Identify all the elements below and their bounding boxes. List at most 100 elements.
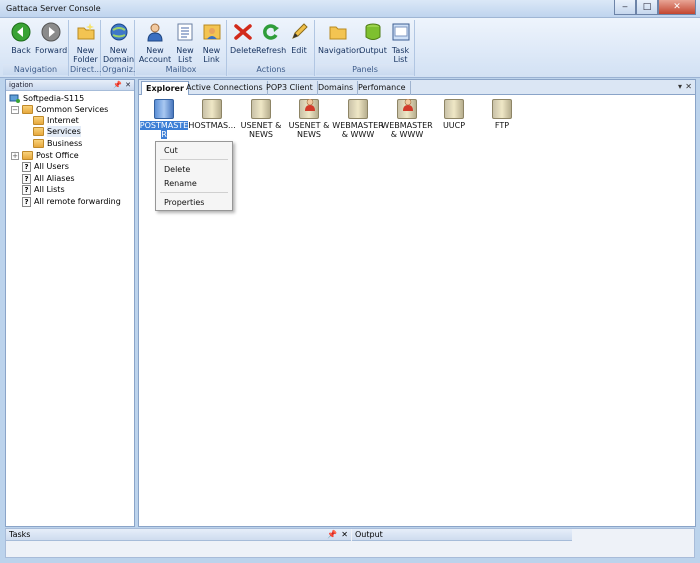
maximize-button[interactable]: □: [636, 0, 658, 15]
user-icon: [305, 99, 315, 111]
item-label-postmaster: POSTMASTE R: [139, 121, 189, 139]
tree-label-business: Business: [47, 139, 83, 148]
refresh-icon: [263, 24, 279, 40]
navigation-pane-header: igation 📌 ✕: [6, 80, 134, 91]
minimize-button[interactable]: ‒: [614, 0, 636, 15]
group-organiz: New Domain Organiz...: [102, 20, 141, 76]
back-label: Back: [11, 46, 31, 55]
folder-icon: [22, 105, 33, 114]
new-folder-icon: [77, 23, 94, 40]
group-panels: Navigation Output Task List Panels: [316, 20, 415, 76]
delete-button[interactable]: Delete: [230, 22, 256, 55]
menu-item-cut[interactable]: Cut: [164, 146, 178, 155]
title-bar: Gattaca Server Console ‒ □ ✕: [0, 0, 700, 18]
task-list-label: Task List: [391, 46, 410, 64]
delete-x-icon: [234, 24, 252, 40]
item-label-usenet-2: USENET & NEWS: [288, 121, 330, 139]
new-domain-button[interactable]: New Domain: [103, 22, 134, 64]
tree-label-root: Softpedia-S115: [23, 94, 85, 103]
account-item-postmaster[interactable]: POSTMASTE R: [139, 99, 189, 139]
menu-separator: [160, 192, 228, 193]
tree-item-business[interactable]: Business: [33, 138, 82, 149]
tree-item-post-office[interactable]: + Post Office: [11, 150, 79, 161]
new-link-button[interactable]: New Link: [198, 22, 225, 64]
output-panel-label: Output: [359, 46, 387, 55]
refresh-label: Refresh: [256, 46, 287, 55]
list-icon: [177, 23, 193, 41]
close-button[interactable]: ✕: [658, 0, 696, 15]
account-item-usenet-news[interactable]: USENET & NEWS: [236, 99, 286, 139]
tree-item-all-users[interactable]: ? All Users: [22, 161, 69, 172]
group-mailbox: New Account New List New Link Mailbox: [136, 20, 227, 76]
document-tabs: Explorer Active Connections POP3 Client …: [138, 79, 696, 96]
navigation-panel-button[interactable]: Navigation: [318, 22, 361, 55]
tree-item-all-aliases[interactable]: ? All Aliases: [22, 173, 75, 184]
menu-item-properties[interactable]: Properties: [164, 198, 204, 207]
account-item-uucp[interactable]: UUCP: [429, 99, 479, 130]
task-list-button[interactable]: Task List: [388, 22, 413, 64]
tabs-close-icon[interactable]: ✕: [685, 82, 692, 91]
collapse-toggle-icon[interactable]: −: [11, 105, 19, 114]
output-icon: [365, 23, 381, 40]
expand-toggle-icon[interactable]: +: [11, 151, 19, 160]
menu-item-rename[interactable]: Rename: [164, 179, 197, 188]
item-label-usenet-1: USENET & NEWS: [240, 121, 282, 139]
panel-close-icon[interactable]: ✕: [341, 529, 348, 541]
pin-icon[interactable]: 📌: [113, 80, 122, 91]
tab-pop3-client[interactable]: POP3 Client: [262, 81, 318, 95]
query-icon: ?: [22, 196, 31, 207]
tree-label-post-office: Post Office: [36, 151, 79, 160]
tab-active-connections[interactable]: Active Connections: [182, 81, 268, 95]
query-icon: ?: [22, 184, 31, 195]
folder-icon: [22, 151, 33, 160]
group-actions-label: Actions: [228, 64, 314, 75]
task-list-icon: [392, 23, 409, 41]
tree-item-services[interactable]: Services: [33, 126, 133, 137]
tree-label-common-services: Common Services: [36, 105, 109, 114]
navigation-pane-title: igation: [9, 81, 34, 89]
new-list-button[interactable]: New List: [173, 22, 197, 64]
folder-icon: [33, 116, 44, 125]
group-actions: Delete Refresh Edit Actions: [228, 20, 315, 76]
output-panel-button[interactable]: Output: [359, 22, 387, 55]
new-domain-label: New Domain: [103, 46, 135, 64]
refresh-button[interactable]: Refresh: [256, 22, 286, 55]
forward-arrow-icon: [41, 22, 61, 42]
server-icon: [444, 99, 464, 119]
delete-label: Delete: [230, 46, 257, 55]
tree-item-internet[interactable]: Internet: [33, 115, 79, 126]
pane-close-icon[interactable]: ✕: [125, 80, 131, 91]
server-icon: [251, 99, 271, 119]
tree-item-all-lists[interactable]: ? All Lists: [22, 184, 65, 195]
pin-icon[interactable]: 📌: [327, 529, 337, 541]
query-icon: ?: [22, 173, 31, 184]
back-button[interactable]: Back: [7, 22, 35, 55]
new-account-button[interactable]: New Account: [138, 22, 172, 64]
tab-performance[interactable]: Perfomance: [354, 81, 411, 95]
new-folder-button[interactable]: New Folder: [71, 22, 100, 64]
item-label-webmaster-2: WEBMASTER & WWW: [381, 121, 433, 139]
tab-domains[interactable]: Domains: [314, 81, 359, 95]
output-panel-header: Output: [352, 529, 572, 541]
tree-label-all-aliases: All Aliases: [34, 174, 75, 183]
account-item-webmaster-user[interactable]: WEBMASTER & WWW: [381, 99, 433, 139]
tabs-dropdown-icon[interactable]: ▾: [678, 82, 682, 91]
account-item-usenet-news-user[interactable]: USENET & NEWS: [284, 99, 334, 139]
item-label-hostmaster: HOSTMAS...: [188, 121, 236, 130]
edit-button[interactable]: Edit: [287, 22, 311, 55]
user-icon: [147, 23, 163, 42]
menu-item-delete[interactable]: Delete: [164, 165, 190, 174]
account-item-hostmaster[interactable]: HOSTMAS...: [187, 99, 237, 130]
forward-label: Forward: [35, 46, 68, 55]
tree-item-common-services[interactable]: − Common Services: [11, 104, 108, 115]
tasks-panel-header: Tasks 📌 ✕: [6, 529, 351, 541]
folder-panel-icon: [329, 26, 347, 40]
forward-button[interactable]: Forward: [35, 22, 67, 55]
item-label-ftp: FTP: [494, 121, 510, 130]
account-item-ftp[interactable]: FTP: [477, 99, 527, 130]
tree-item-all-remote-forwarding[interactable]: ? All remote forwarding: [22, 196, 121, 207]
tree-item-root[interactable]: Softpedia-S115: [9, 93, 84, 104]
account-item-webmaster[interactable]: WEBMASTER & WWW: [332, 99, 384, 139]
tree-label-all-users: All Users: [34, 162, 69, 171]
window-title: Gattaca Server Console: [6, 4, 101, 13]
